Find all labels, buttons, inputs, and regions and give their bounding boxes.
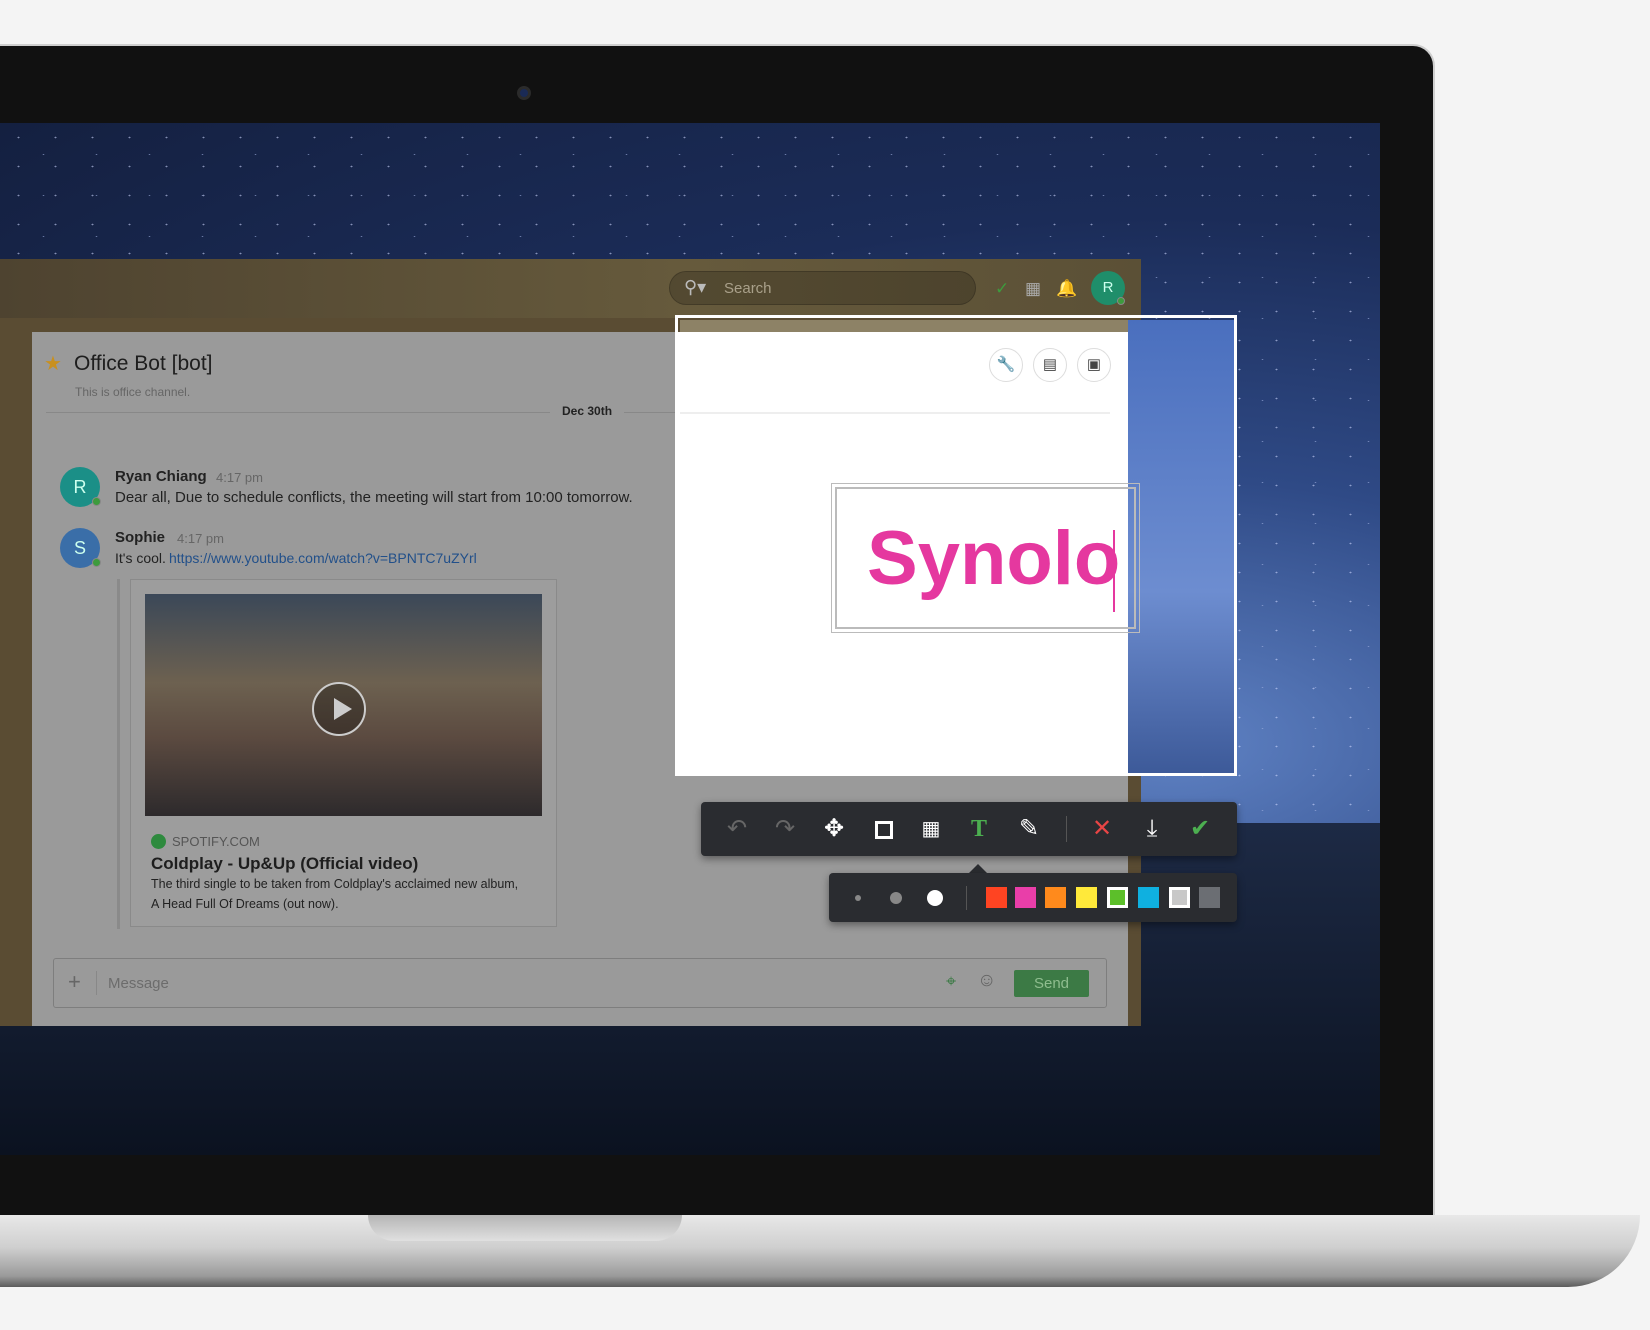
embed-title[interactable]: Coldplay - Up&Up (Official video) xyxy=(151,854,418,874)
plus-icon[interactable]: + xyxy=(68,969,81,995)
avatar[interactable]: R xyxy=(60,467,101,507)
spotify-icon xyxy=(151,834,166,849)
move-icon[interactable]: ✥ xyxy=(818,814,850,844)
palette-pointer xyxy=(969,864,987,873)
text-cursor xyxy=(1113,530,1115,612)
color-swatch-orange[interactable] xyxy=(1045,887,1066,908)
search-icon: ⚲▾ xyxy=(684,277,707,297)
embed-source: SPOTIFY.COM xyxy=(172,834,260,849)
message-author[interactable]: Sophie xyxy=(115,529,165,546)
text-tool-icon[interactable]: T xyxy=(963,814,995,844)
divider xyxy=(966,886,967,910)
embed-quote-bar xyxy=(117,579,120,929)
color-swatch-green[interactable] xyxy=(1107,887,1128,908)
channel-title: Office Bot [bot] xyxy=(74,352,213,375)
download-icon[interactable]: ⤓ xyxy=(1136,814,1168,844)
color-palette xyxy=(829,873,1237,922)
message-composer: + Message ⌖ ☺ Send xyxy=(53,958,1107,1008)
user-avatar[interactable]: R xyxy=(1091,271,1125,305)
cancel-icon[interactable]: ✕ xyxy=(1086,814,1118,844)
favorite-star-icon[interactable]: ★ xyxy=(44,351,62,376)
embed-description: A Head Full Of Dreams (out now). xyxy=(151,897,339,911)
size-small[interactable] xyxy=(855,895,861,901)
divider xyxy=(1066,816,1067,842)
embed-description: The third single to be taken from Coldpl… xyxy=(151,877,519,891)
apps-grid-icon[interactable]: ▦ xyxy=(1025,279,1041,299)
color-swatch-red[interactable] xyxy=(986,887,1007,908)
redo-icon[interactable]: ↷ xyxy=(769,814,801,844)
mosaic-icon[interactable]: ▦ xyxy=(915,814,947,844)
color-swatch-pink[interactable] xyxy=(1015,887,1036,908)
screenshot-crop-icon[interactable]: ⌖ xyxy=(946,971,956,992)
webcam xyxy=(517,86,531,100)
size-large[interactable] xyxy=(927,890,943,906)
search-input[interactable]: ⚲▾ Search xyxy=(669,271,976,305)
message-input[interactable]: Message xyxy=(108,975,169,992)
app-header: ⚲▾ Search ✓ ▦ 🔔 R xyxy=(0,259,1141,318)
bell-icon[interactable]: 🔔 xyxy=(1056,279,1077,299)
color-swatch-yellow[interactable] xyxy=(1076,887,1097,908)
confirm-icon[interactable]: ✔ xyxy=(1184,814,1216,844)
message-text: Dear all, Due to schedule conflicts, the… xyxy=(115,489,633,506)
annotation-text[interactable]: Synolo xyxy=(867,515,1120,602)
rectangle-icon[interactable] xyxy=(868,814,900,844)
size-medium[interactable] xyxy=(890,892,902,904)
undo-icon[interactable]: ↶ xyxy=(721,814,753,844)
avatar[interactable]: S xyxy=(60,528,101,568)
laptop-notch xyxy=(368,1215,682,1241)
message-time: 4:17 pm xyxy=(177,531,224,546)
video-thumbnail[interactable] xyxy=(145,594,542,816)
status-check-icon[interactable]: ✓ xyxy=(995,279,1009,299)
emoji-icon[interactable]: ☺ xyxy=(977,970,996,992)
color-swatch-light-gray[interactable] xyxy=(1169,887,1190,908)
message-text: It's cool. xyxy=(115,550,166,566)
send-button[interactable]: Send xyxy=(1014,970,1089,997)
channel-subtitle: This is office channel. xyxy=(75,385,191,399)
color-swatch-blue[interactable] xyxy=(1138,887,1159,908)
link-preview-card[interactable]: SPOTIFY.COM Coldplay - Up&Up (Official v… xyxy=(130,579,557,927)
laptop-base xyxy=(0,1215,1640,1287)
play-icon[interactable] xyxy=(312,682,366,736)
pencil-icon[interactable]: ✎ xyxy=(1013,814,1045,844)
annotation-toolbar: ↶ ↷ ✥ ▦ T ✎ ✕ ⤓ ✔ xyxy=(701,802,1237,856)
date-divider: Dec 30th xyxy=(550,404,625,418)
message-link[interactable]: https://www.youtube.com/watch?v=BPNTC7uZ… xyxy=(169,550,477,566)
message-author[interactable]: Ryan Chiang xyxy=(115,468,207,485)
message-time: 4:17 pm xyxy=(216,470,263,485)
divider xyxy=(96,971,97,995)
color-swatch-dark-gray[interactable] xyxy=(1199,887,1220,908)
